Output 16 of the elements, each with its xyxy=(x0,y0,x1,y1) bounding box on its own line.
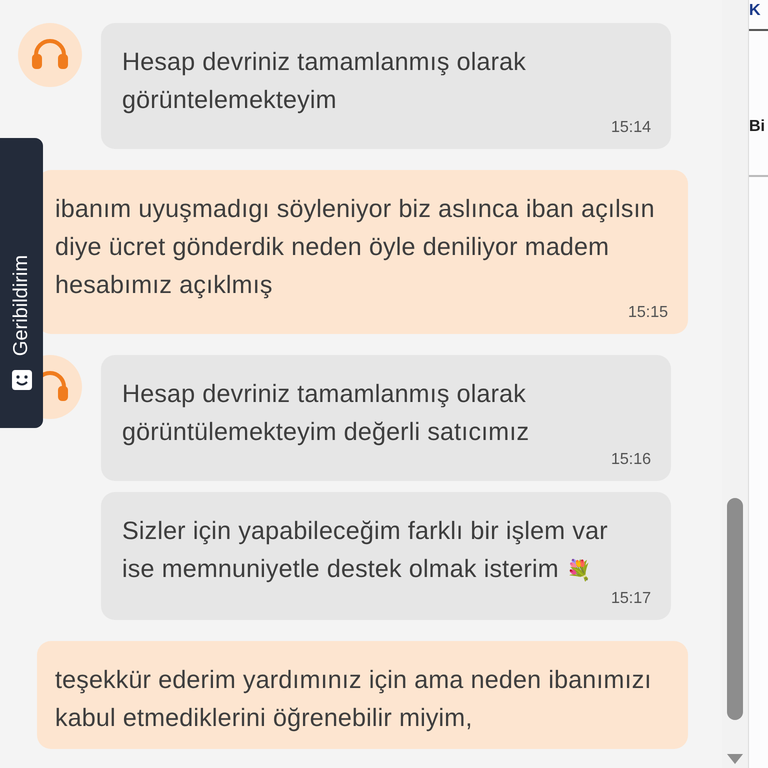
message-text: ibanım uyuşmadıgı söyleniyor biz aslınca iban açılsın diye ücret gönderdik neden öyle deniliyor madem hesabımız açıklmış xyxy=(55,194,656,301)
panel-heading: Bi xyxy=(749,118,765,136)
panel-link[interactable]: K xyxy=(749,2,761,20)
message-time: 15:14 xyxy=(610,119,651,137)
scrollbar-thumb[interactable] xyxy=(727,498,743,720)
message-time: 15:15 xyxy=(628,304,668,322)
flower-emoji: 💐 xyxy=(566,560,592,582)
message-text: teşekkür ederim yardımınız için ama neden ibanımızı kabul etmediklerini öğrenebilir miyim, xyxy=(55,665,653,734)
message-text: Hesap devriniz tamamlanmış olarak görüntelemekteyim xyxy=(122,47,527,116)
scroll-down-icon[interactable] xyxy=(727,754,743,764)
smiley-icon xyxy=(12,370,32,390)
feedback-tab[interactable]: Geribildirim xyxy=(0,138,43,428)
message-time: 15:16 xyxy=(610,451,651,469)
message-text: Sizler için yapabileceğim farklı bir işlem var ise memnuniyetle destek olmak isterim 💐 xyxy=(122,516,609,585)
message-time: 15:17 xyxy=(610,590,651,608)
message-text: Hesap devriniz tamamlanmış olarak görüntülemekteyim değerli satıcımız xyxy=(122,379,530,448)
